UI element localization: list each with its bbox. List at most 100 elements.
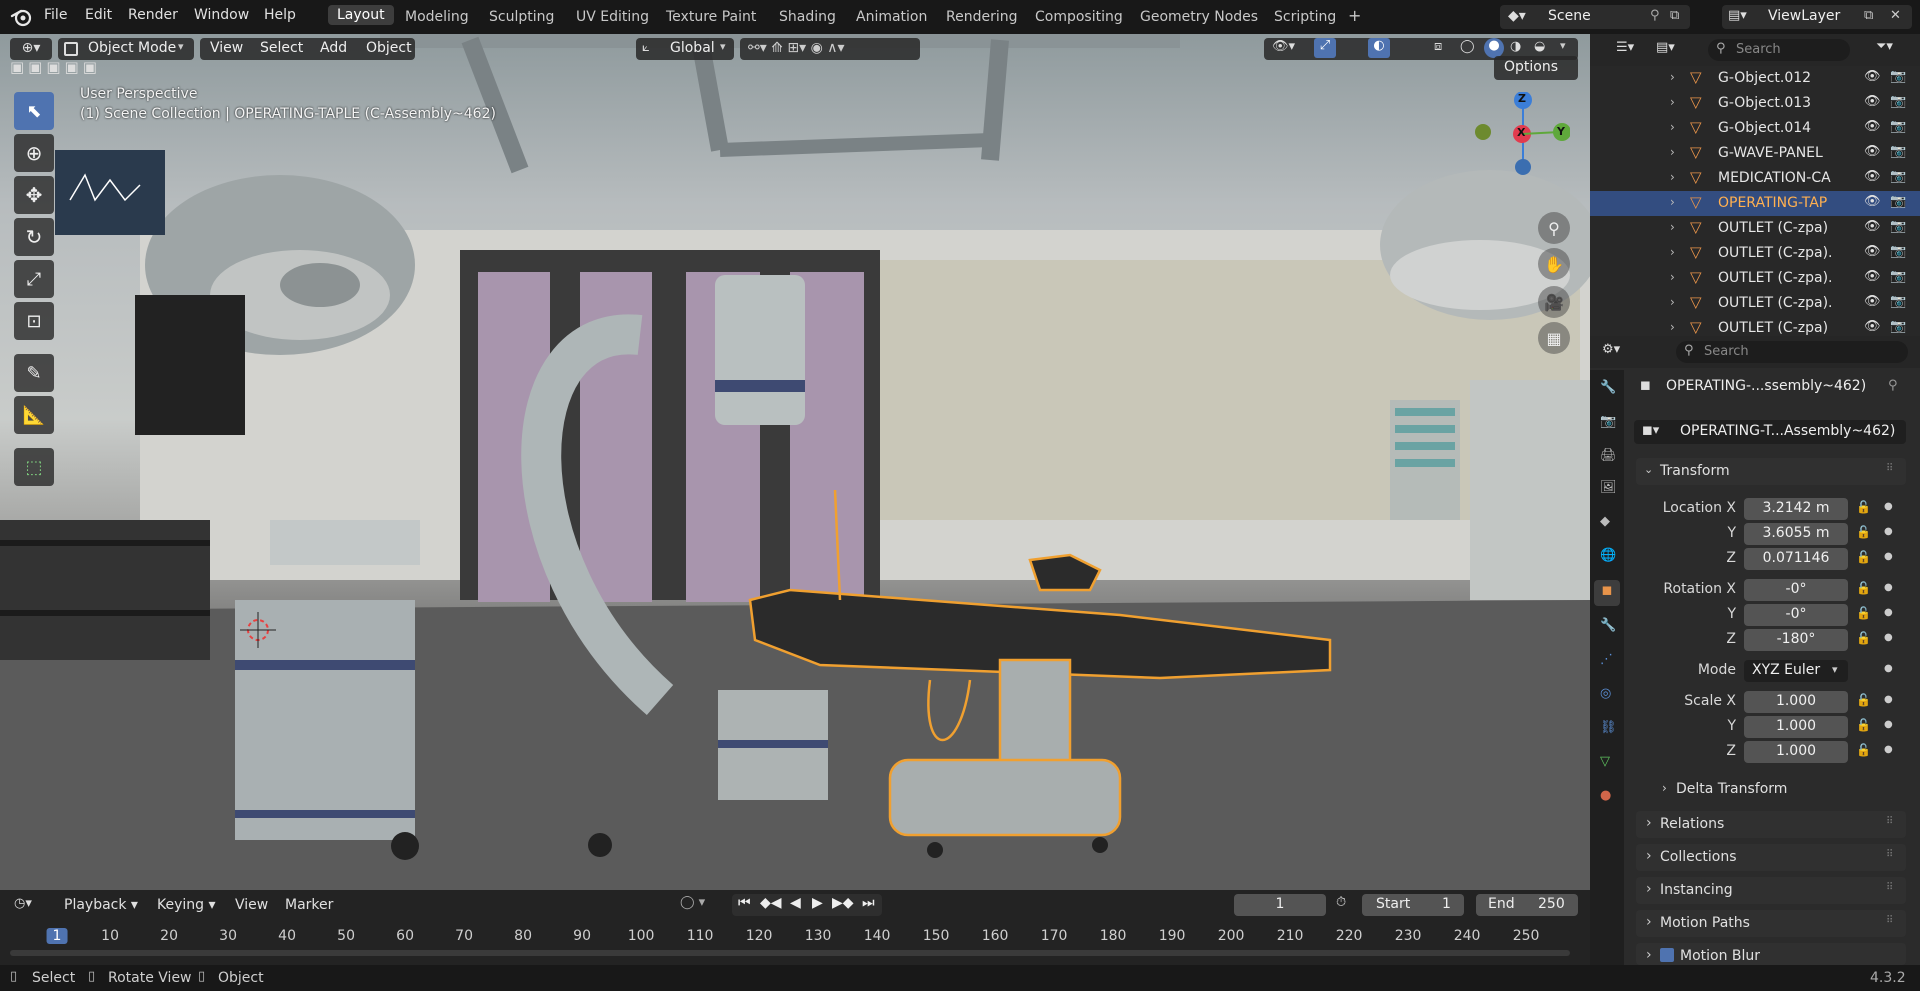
rotation-z-field[interactable]: -180° — [1744, 629, 1848, 651]
lock-icon[interactable]: 🔓 — [1856, 500, 1871, 514]
playback-menu[interactable]: Playback ▾ — [64, 897, 138, 913]
cursor-tool[interactable]: ⊕ — [14, 134, 54, 172]
motion-blur-checkbox[interactable] — [1660, 948, 1674, 962]
pin-icon[interactable]: ⚲ — [1888, 378, 1898, 393]
instancing-panel-header[interactable]: › Instancing ⠿ — [1636, 877, 1906, 904]
expand-arrow-icon[interactable]: › — [1670, 70, 1675, 84]
visibility-eye-icon[interactable]: 👁 — [1864, 144, 1881, 159]
drag-handle-icon[interactable]: ⠿ — [1886, 882, 1893, 893]
visibility-eye-icon[interactable]: 👁 — [1864, 94, 1881, 109]
options-button[interactable]: Options — [1494, 56, 1578, 80]
scale-tool[interactable]: ⤢ — [14, 260, 54, 298]
visibility-eye-icon[interactable]: 👁 — [1864, 119, 1881, 134]
scale-z-field[interactable]: 1.000 — [1744, 741, 1848, 763]
tab-layout[interactable]: Layout — [328, 5, 394, 25]
data-tab-icon[interactable]: ▽ — [1600, 754, 1610, 769]
render-camera-icon[interactable]: 📷 — [1890, 194, 1906, 209]
drag-handle-icon[interactable]: ⠿ — [1886, 915, 1893, 926]
blender-logo-icon[interactable] — [10, 7, 32, 27]
delta-transform-header[interactable]: › Delta Transform — [1656, 778, 1896, 802]
jump-end-icon[interactable]: ⏭ — [862, 895, 875, 911]
keyframe-dot-icon[interactable]: ● — [1884, 501, 1893, 512]
clock-icon[interactable]: ◷▾ — [14, 896, 32, 911]
visibility-eye-icon[interactable]: 👁 — [1864, 69, 1881, 84]
material-shading-icon[interactable]: ◑ — [1510, 39, 1521, 54]
outliner-row[interactable]: › ▽ G-Object.013 👁 📷 — [1590, 91, 1920, 116]
outliner-row[interactable]: › ▽ MEDICATION-CA 👁 📷 — [1590, 166, 1920, 191]
expand-arrow-icon[interactable]: › — [1670, 220, 1675, 234]
object-name-field[interactable]: ◼▾ OPERATING-T...Assembly~462) — [1634, 420, 1906, 444]
lock-icon[interactable]: 🔓 — [1856, 743, 1871, 757]
outliner-row[interactable]: › ▽ OPERATING-TAP 👁 📷 — [1590, 191, 1920, 216]
camera-view-button[interactable]: 🎥 — [1538, 286, 1570, 318]
render-camera-icon[interactable]: 📷 — [1890, 219, 1906, 234]
properties-editor-icon[interactable]: ⚙▾ — [1602, 342, 1620, 357]
scale-y-field[interactable]: 1.000 — [1744, 716, 1848, 738]
stopwatch-icon[interactable]: ⏱ — [1336, 895, 1346, 910]
drag-handle-icon[interactable]: ⠿ — [1886, 849, 1893, 860]
select-menu[interactable]: Select — [260, 40, 303, 56]
tab-scripting[interactable]: Scripting — [1274, 9, 1336, 25]
menu-edit[interactable]: Edit — [85, 7, 112, 23]
timeline-scrollbar[interactable] — [10, 950, 1570, 956]
particles-tab-icon[interactable]: ⋰ — [1600, 652, 1613, 667]
pan-view-button[interactable]: ✋ — [1538, 248, 1570, 280]
keyframe-dot-icon[interactable]: ● — [1884, 582, 1893, 593]
new-scene-icon[interactable]: ⧉ — [1670, 8, 1679, 23]
outliner-row[interactable]: › ▽ OUTLET (C-zpa). 👁 📷 — [1590, 266, 1920, 291]
visibility-eye-icon[interactable]: 👁 — [1864, 219, 1881, 234]
play-reverse-icon[interactable]: ◀ — [790, 895, 801, 911]
outliner-row[interactable]: › ▽ G-Object.012 👁 📷 — [1590, 66, 1920, 91]
tab-texture-paint[interactable]: Texture Paint — [666, 9, 756, 25]
gizmo-toggle-icon[interactable]: ⤢ — [1314, 38, 1336, 58]
end-frame-field[interactable]: End 250 — [1476, 894, 1578, 916]
remove-viewlayer-icon[interactable]: ✕ — [1890, 8, 1901, 23]
select-mode-group[interactable]: ▣▣▣▣▣ — [10, 58, 130, 80]
physics-tab-icon[interactable]: ◎ — [1600, 686, 1611, 701]
outliner-row[interactable]: › ▽ G-Object.014 👁 📷 — [1590, 116, 1920, 141]
chevron-down-icon[interactable]: ▾ — [1560, 39, 1566, 52]
transform-panel-header[interactable]: ⌄ Transform ⠿ — [1636, 458, 1906, 485]
object-mode-dropdown[interactable]: Object Mode ▾ — [58, 38, 194, 60]
current-frame-marker[interactable]: 1 — [46, 928, 68, 944]
timeline-ruler[interactable]: 1 10 20 30 40 50 60 70 80 90 100 110 120 130 140 150 160… — [0, 926, 1590, 946]
render-camera-icon[interactable]: 📷 — [1890, 244, 1906, 259]
render-camera-icon[interactable]: 📷 — [1890, 169, 1906, 184]
relations-panel-header[interactable]: › Relations ⠿ — [1636, 811, 1906, 838]
move-tool[interactable]: ✥ — [14, 176, 54, 214]
render-camera-icon[interactable]: 📷 — [1890, 119, 1906, 134]
render-camera-icon[interactable]: 📷 — [1890, 294, 1906, 309]
tab-shading[interactable]: Shading — [779, 9, 836, 25]
lock-icon[interactable]: 🔓 — [1856, 693, 1871, 707]
render-camera-icon[interactable]: 📷 — [1890, 69, 1906, 84]
expand-arrow-icon[interactable]: › — [1670, 320, 1675, 334]
tool-tab-icon[interactable]: 🔧 — [1600, 380, 1616, 395]
rotation-y-field[interactable]: -0° — [1744, 604, 1848, 626]
menu-render[interactable]: Render — [128, 7, 178, 23]
view-layer-tab-icon[interactable]: 🖼 — [1600, 480, 1617, 495]
filter-icon[interactable]: ⏷▾ — [1876, 39, 1893, 54]
menu-window[interactable]: Window — [194, 7, 249, 23]
render-camera-icon[interactable]: 📷 — [1890, 319, 1906, 334]
keyframe-dot-icon[interactable]: ● — [1884, 526, 1893, 537]
expand-arrow-icon[interactable]: › — [1670, 195, 1675, 209]
select-box-tool[interactable]: ⬉ — [14, 92, 54, 130]
new-viewlayer-icon[interactable]: ⧉ — [1864, 8, 1873, 23]
expand-arrow-icon[interactable]: › — [1670, 95, 1675, 109]
render-camera-icon[interactable]: 📷 — [1890, 94, 1906, 109]
drag-handle-icon[interactable]: ⠿ — [1886, 816, 1893, 827]
keyframe-dot-icon[interactable]: ● — [1884, 694, 1893, 705]
render-camera-icon[interactable]: 📷 — [1890, 269, 1906, 284]
drag-handle-icon[interactable]: ⠿ — [1886, 463, 1893, 474]
add-workspace-button[interactable]: + — [1348, 6, 1361, 25]
jump-start-icon[interactable]: ⏮ — [738, 895, 751, 911]
wireframe-shading-icon[interactable]: ◯ — [1460, 39, 1475, 54]
scale-x-field[interactable]: 1.000 — [1744, 691, 1848, 713]
outliner-row[interactable]: › ▽ OUTLET (C-zpa). 👁 📷 — [1590, 291, 1920, 316]
visibility-eye-icon[interactable]: 👁 — [1864, 194, 1881, 209]
expand-arrow-icon[interactable]: › — [1670, 270, 1675, 284]
location-y-field[interactable]: 3.6055 m — [1744, 523, 1848, 545]
object-tab-icon[interactable]: ◼ — [1594, 580, 1620, 606]
tab-animation[interactable]: Animation — [856, 9, 927, 25]
next-keyframe-icon[interactable]: ▶◆ — [832, 895, 854, 911]
